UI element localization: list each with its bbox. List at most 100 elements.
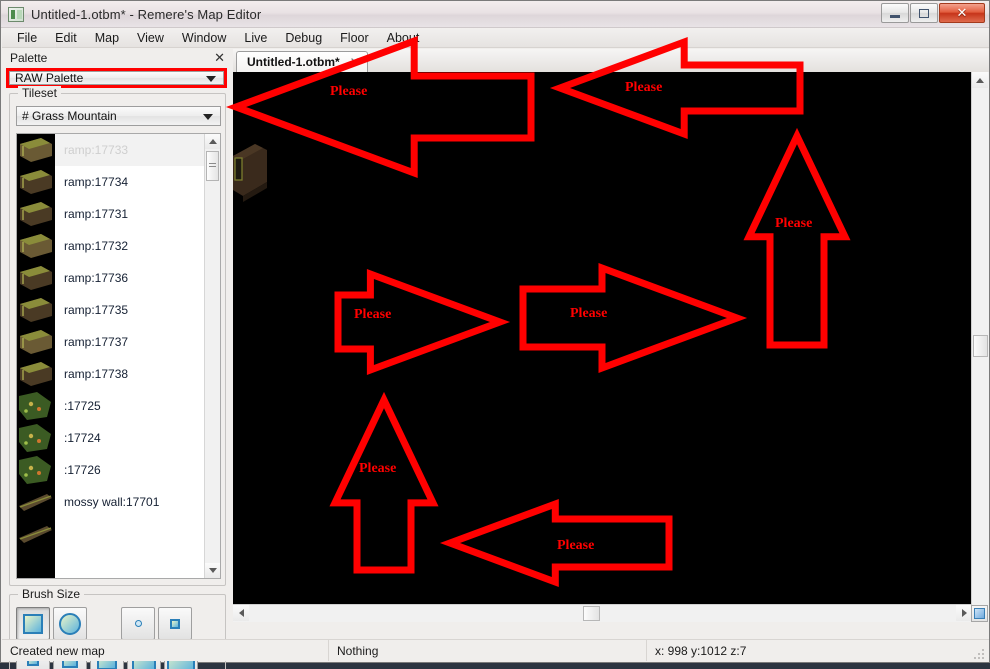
map-canvas[interactable] bbox=[233, 72, 959, 622]
tileset-list-item[interactable]: :17726 bbox=[55, 454, 204, 486]
tileset-thumbnail[interactable] bbox=[17, 422, 55, 454]
block-left-icon bbox=[17, 198, 55, 230]
tileset-list-item[interactable]: ramp:17732 bbox=[55, 230, 204, 262]
tileset-value: # Grass Mountain bbox=[22, 109, 117, 123]
palette-close-icon[interactable]: ✕ bbox=[214, 52, 225, 65]
grass-rock-icon bbox=[17, 390, 55, 422]
minimize-button[interactable] bbox=[881, 3, 909, 23]
tileset-list-item[interactable]: ramp:17737 bbox=[55, 326, 204, 358]
square-brush-icon bbox=[23, 613, 43, 634]
brush-shape-row bbox=[16, 607, 192, 640]
block-thin-icon bbox=[17, 230, 55, 262]
tileset-list-item[interactable]: ramp:17736 bbox=[55, 262, 204, 294]
scroll-up-icon[interactable] bbox=[205, 134, 220, 149]
tileset-select-wrap: # Grass Mountain bbox=[16, 106, 221, 126]
triangle-right-icon bbox=[961, 609, 967, 617]
map-corner-button[interactable] bbox=[971, 605, 988, 622]
menu-item-debug[interactable]: Debug bbox=[276, 29, 331, 47]
palette-header: Palette ✕ bbox=[2, 49, 231, 67]
tileset-list-item-label: :17725 bbox=[64, 399, 101, 413]
menu-item-file[interactable]: File bbox=[8, 29, 46, 47]
tileset-thumbnail[interactable] bbox=[17, 294, 55, 326]
tile-sprite-mountain bbox=[233, 144, 267, 202]
triangle-down-icon bbox=[208, 568, 217, 573]
brush-shape-square-button[interactable] bbox=[16, 607, 50, 640]
menu-item-window[interactable]: Window bbox=[173, 29, 235, 47]
scroll-down-icon[interactable] bbox=[205, 563, 220, 578]
tileset-thumbnail[interactable] bbox=[17, 358, 55, 390]
tileset-list-item[interactable]: ramp:17733 bbox=[55, 134, 204, 166]
tileset-list-item[interactable]: :17725 bbox=[55, 390, 204, 422]
menu-item-about[interactable]: About bbox=[378, 29, 429, 47]
tileset-thumbnail[interactable] bbox=[17, 166, 55, 198]
title-bar[interactable]: Untitled-1.otbm* - Remere's Map Editor ✕ bbox=[1, 1, 989, 28]
tileset-list-item-label: ramp:17733 bbox=[64, 143, 129, 157]
menu-item-view[interactable]: View bbox=[128, 29, 173, 47]
map-tab-strip: Untitled-1.otbm* ✕ bbox=[233, 49, 989, 73]
scroll-right-button[interactable] bbox=[956, 605, 972, 621]
tileset-thumbnail[interactable] bbox=[17, 454, 55, 486]
tileset-list-item-label: :17724 bbox=[64, 431, 101, 445]
triangle-left-icon bbox=[238, 609, 244, 617]
tileset-list-item[interactable]: ramp:17731 bbox=[55, 198, 204, 230]
map-tab[interactable]: Untitled-1.otbm* ✕ bbox=[236, 51, 368, 72]
horizontal-scroll-thumb[interactable] bbox=[583, 606, 600, 621]
window-controls: ✕ bbox=[880, 3, 985, 23]
scroll-up-button[interactable] bbox=[972, 72, 988, 88]
tileset-list-item[interactable]: mossy wall:17701 bbox=[55, 486, 204, 518]
tileset-thumbnail[interactable] bbox=[17, 390, 55, 422]
brush-size-legend: Brush Size bbox=[18, 587, 85, 601]
circle-brush-icon bbox=[59, 612, 81, 635]
tileset-thumbnail[interactable] bbox=[17, 486, 55, 518]
stair-wide2-icon bbox=[17, 166, 55, 198]
map-vertical-scrollbar[interactable] bbox=[971, 72, 989, 622]
tileset-item-list[interactable]: ramp:17733 ramp:17734 ramp:17731 ramp:17732… bbox=[16, 133, 221, 579]
menu-bar: File Edit Map View Window Live Debug Flo… bbox=[2, 28, 989, 48]
tileset-thumbnail[interactable] bbox=[17, 134, 55, 166]
grip-icon bbox=[209, 163, 216, 169]
brush-size-0-button[interactable] bbox=[121, 607, 155, 640]
tileset-select[interactable]: # Grass Mountain bbox=[16, 106, 221, 126]
close-button[interactable]: ✕ bbox=[939, 3, 985, 23]
status-message: Created new map bbox=[2, 640, 329, 661]
menu-item-live[interactable]: Live bbox=[235, 29, 276, 47]
tileset-list-item[interactable]: ramp:17734 bbox=[55, 166, 204, 198]
menu-item-edit[interactable]: Edit bbox=[46, 29, 86, 47]
tileset-thumbnail[interactable] bbox=[17, 518, 55, 550]
menu-item-floor[interactable]: Floor bbox=[331, 29, 377, 47]
vertical-scroll-thumb[interactable] bbox=[973, 335, 988, 357]
grass-rock3-icon bbox=[17, 454, 55, 486]
tileset-list-scrollbar[interactable] bbox=[204, 134, 220, 578]
tileset-list-item-label: mossy wall:17701 bbox=[64, 495, 160, 509]
brush-shape-circle-button[interactable] bbox=[53, 607, 87, 640]
tileset-thumbnail[interactable] bbox=[17, 326, 55, 358]
triangle-up-icon bbox=[208, 139, 217, 144]
map-tab-close-icon[interactable]: ✕ bbox=[350, 55, 360, 69]
stair-narrow2-icon bbox=[17, 358, 55, 390]
chevron-down-icon bbox=[206, 76, 216, 82]
maximize-button[interactable] bbox=[910, 3, 938, 23]
tileset-list-item[interactable]: ramp:17735 bbox=[55, 294, 204, 326]
map-horizontal-scrollbar[interactable] bbox=[233, 604, 972, 622]
resize-grip-icon[interactable] bbox=[974, 647, 986, 659]
tileset-thumbnail[interactable] bbox=[17, 262, 55, 294]
tileset-list-item[interactable] bbox=[55, 518, 204, 550]
brush-size-1-button[interactable] bbox=[158, 607, 192, 640]
map-canvas-wrap[interactable] bbox=[233, 72, 989, 622]
tileset-thumbnail[interactable] bbox=[17, 198, 55, 230]
stair-wide-icon bbox=[17, 134, 55, 166]
tileset-list-item[interactable]: ramp:17738 bbox=[55, 358, 204, 390]
scroll-left-button[interactable] bbox=[233, 605, 249, 621]
status-selection: Nothing bbox=[329, 640, 647, 661]
dot-brush-icon bbox=[134, 620, 142, 627]
close-icon: ✕ bbox=[956, 5, 968, 21]
tileset-group: Tileset # Grass Mountain ramp:17733 ramp:… bbox=[9, 86, 226, 586]
wall-long2-icon bbox=[17, 518, 55, 550]
tileset-list-item[interactable]: :17724 bbox=[55, 422, 204, 454]
tileset-legend: Tileset bbox=[18, 86, 61, 100]
menu-item-map[interactable]: Map bbox=[86, 29, 128, 47]
palette-type-select[interactable]: RAW Palette bbox=[9, 71, 224, 85]
minimize-icon bbox=[890, 14, 900, 18]
tileset-thumbnail[interactable] bbox=[17, 230, 55, 262]
scrollbar-thumb[interactable] bbox=[206, 151, 219, 181]
